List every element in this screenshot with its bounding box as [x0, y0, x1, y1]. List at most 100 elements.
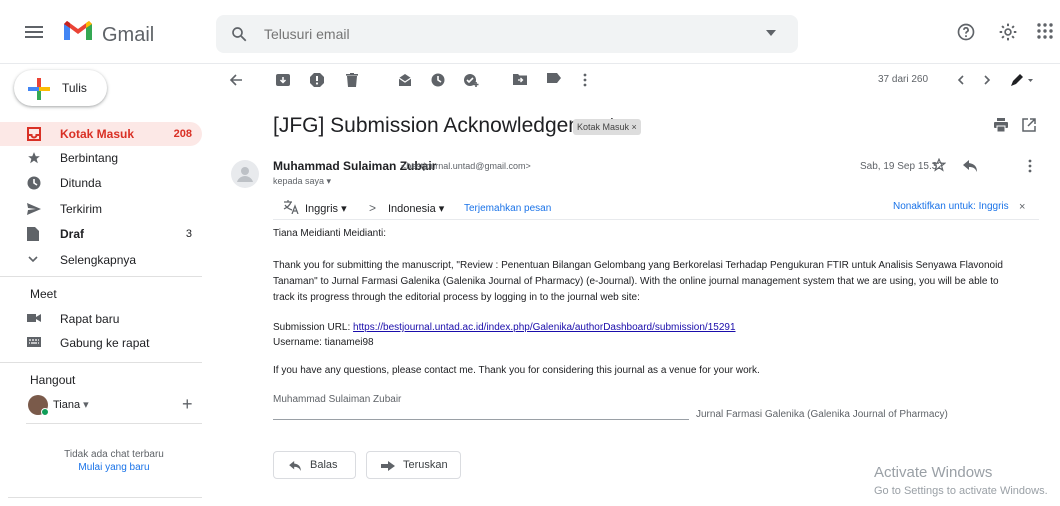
submission-url-line: Submission URL: https://bestjournal.unta…	[273, 322, 736, 333]
start-new-chat-link[interactable]: Mulai yang baru	[0, 462, 228, 473]
user-avatar[interactable]	[28, 395, 49, 416]
username-line: Username: tianamei98	[273, 337, 374, 348]
sidebar-item-label: Berbintang	[60, 151, 119, 165]
recipient-details[interactable]: kepada saya ▾	[273, 176, 331, 187]
signature-journal: Jurnal Farmasi Galenika (Galenika Journa…	[696, 409, 948, 420]
chevron-down-icon	[27, 253, 39, 265]
app-name[interactable]: Gmail	[102, 24, 154, 47]
sidebar-item-label: Selengkapnya	[60, 253, 137, 267]
message-toolbar: 37 dari 260	[216, 64, 1060, 98]
sidebar-item-starred[interactable]: Berbintang	[0, 146, 202, 170]
close-translation-icon[interactable]: ×	[1019, 201, 1025, 213]
inbox-label-chip[interactable]: Kotak Masuk ×	[573, 119, 641, 135]
signature-rule	[273, 419, 689, 420]
sidebar-item-sent[interactable]: Terkirim	[0, 197, 202, 221]
sidebar-item-snoozed[interactable]: Ditunda	[0, 171, 202, 195]
translate-message-link[interactable]: Terjemahkan pesan	[464, 203, 551, 214]
unread-count: 208	[173, 128, 192, 140]
forward-icon	[381, 461, 395, 471]
sidebar-item-label: Terkirim	[60, 202, 102, 216]
hangout-user-name[interactable]: Tiana ▾	[53, 398, 89, 411]
main-menu-icon[interactable]	[22, 20, 46, 44]
sender-avatar[interactable]	[231, 160, 259, 188]
disable-translation-link[interactable]: Nonaktifkan untuk: Inggris	[893, 201, 1009, 212]
search-options-icon[interactable]	[766, 30, 776, 36]
add-chat-icon[interactable]: +	[182, 394, 193, 415]
divider	[0, 276, 202, 277]
target-language-select[interactable]: Indonesia ▾	[388, 202, 444, 215]
input-tools-pen-icon[interactable]	[1010, 73, 1034, 87]
translation-bar: Inggris ▾ > Indonesia ▾ Terjemahkan pesa…	[273, 196, 1039, 220]
language-arrow: >	[369, 201, 377, 215]
meet-new-meeting[interactable]: Rapat baru	[0, 307, 202, 331]
search-input[interactable]	[264, 24, 744, 44]
inbox-icon	[27, 127, 41, 141]
archive-icon[interactable]	[276, 73, 290, 87]
body-paragraph-line: Thank you for submitting the manuscript,…	[273, 260, 1003, 271]
body-paragraph-line: track its progress through the editorial…	[273, 292, 640, 303]
divider	[0, 362, 202, 363]
send-icon	[27, 202, 41, 216]
forward-button[interactable]: Teruskan	[366, 451, 461, 479]
settings-gear-icon[interactable]	[998, 22, 1018, 42]
video-camera-icon	[27, 312, 41, 324]
draft-file-icon	[27, 227, 39, 241]
open-new-window-icon[interactable]	[1022, 118, 1036, 132]
sidebar-item-label: Draf	[60, 227, 85, 241]
compose-label: Tulis	[62, 81, 87, 95]
top-bar: Gmail	[0, 0, 1060, 64]
draft-count: 3	[185, 228, 192, 240]
delete-trash-icon[interactable]	[346, 73, 358, 87]
body-paragraph-line: Tanaman" to Jurnal Farmasi Galenika (Gal…	[273, 276, 999, 287]
pagination-text: 37 dari 260	[878, 74, 929, 85]
help-icon[interactable]	[956, 22, 976, 42]
snooze-clock-icon[interactable]	[431, 73, 445, 87]
reply-arrow-icon[interactable]	[963, 160, 977, 172]
compose-plus-icon	[28, 78, 50, 100]
star-icon	[27, 151, 41, 165]
meet-join-meeting[interactable]: Gabung ke rapat	[0, 331, 202, 355]
sidebar-item-label: Ditunda	[60, 176, 102, 190]
meet-item-label: Gabung ke rapat	[60, 336, 150, 350]
sidebar-item-inbox[interactable]: Kotak Masuk 208	[0, 122, 202, 146]
label-tag-icon[interactable]	[547, 73, 561, 83]
reply-icon	[289, 461, 301, 471]
more-options-icon[interactable]	[1028, 159, 1032, 173]
report-spam-icon[interactable]	[310, 73, 324, 87]
signature-name: Muhammad Sulaiman Zubair	[273, 394, 402, 405]
translate-icon	[283, 200, 299, 214]
compose-button[interactable]: Tulis	[14, 70, 107, 106]
activation-watermark-title: Activate Windows	[874, 464, 993, 481]
previous-chevron-icon[interactable]	[956, 73, 966, 87]
mark-unread-icon[interactable]	[398, 73, 412, 87]
greeting-line: Tiana Meidianti Meidianti:	[273, 228, 387, 239]
hangout-section-title: Hangout	[30, 373, 76, 387]
meet-item-label: Rapat baru	[60, 312, 120, 326]
next-chevron-icon[interactable]	[982, 73, 992, 87]
sender-email: <bestjournal.untad@gmail.com>	[401, 161, 531, 171]
add-to-tasks-icon[interactable]	[463, 73, 479, 87]
source-language-select[interactable]: Inggris ▾	[305, 202, 347, 215]
back-arrow-icon[interactable]	[229, 73, 243, 87]
reply-button[interactable]: Balas	[273, 451, 356, 479]
search-icon[interactable]	[230, 25, 248, 43]
move-to-folder-icon[interactable]	[513, 73, 527, 85]
star-outline-icon[interactable]	[932, 158, 946, 172]
scrollbar[interactable]	[1052, 100, 1060, 506]
sidebar-item-more[interactable]: Selengkapnya	[0, 248, 202, 272]
sidebar-item-drafts[interactable]: Draf 3	[0, 222, 202, 246]
clock-icon	[27, 176, 41, 190]
sidebar-item-label: Kotak Masuk	[60, 127, 135, 141]
print-icon[interactable]	[994, 118, 1008, 132]
search-bar[interactable]	[216, 15, 798, 53]
apps-grid-icon[interactable]	[1036, 22, 1054, 40]
no-chat-text: Tidak ada chat terbaru	[64, 449, 164, 460]
divider	[26, 423, 202, 424]
keyboard-icon	[27, 336, 41, 348]
activation-watermark-subtitle: Go to Settings to activate Windows.	[874, 485, 1048, 497]
submission-url-link[interactable]: https://bestjournal.untad.ac.id/index.ph…	[353, 322, 735, 333]
divider	[8, 497, 202, 498]
closing-paragraph: If you have any questions, please contac…	[273, 365, 760, 376]
gmail-logo-icon[interactable]	[62, 18, 94, 44]
more-vertical-icon[interactable]	[583, 73, 587, 87]
